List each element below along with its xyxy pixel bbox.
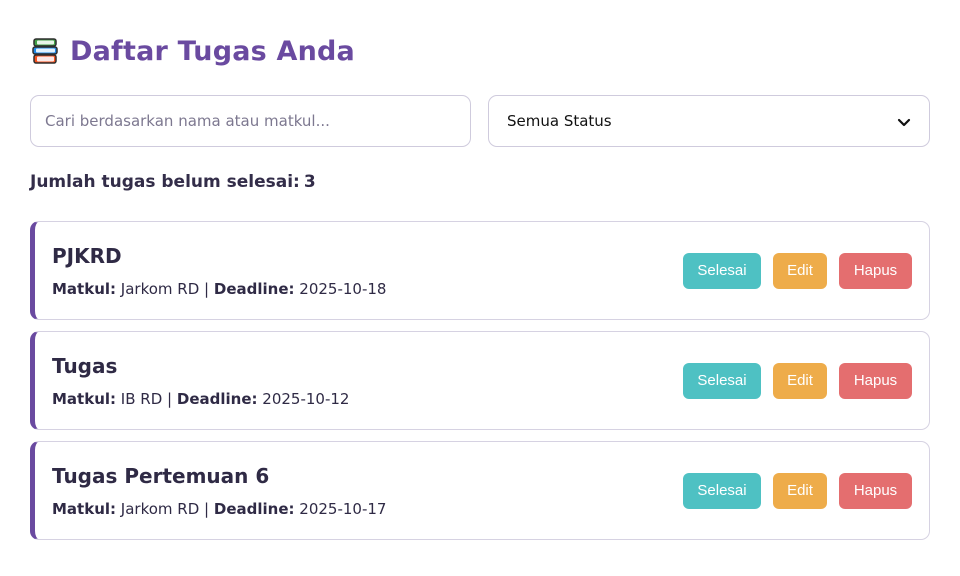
page-title: Daftar Tugas Anda [70,35,355,67]
matkul-label: Matkul: [52,499,117,518]
task-name: PJKRD [52,243,122,268]
status-filter-value: Semua Status [507,112,612,130]
task-deadline: 2025-10-12 [262,389,350,408]
delete-button[interactable]: Hapus [839,362,912,399]
filter-bar: Semua Status [30,95,930,147]
task-deadline: 2025-10-18 [299,279,387,298]
task-card: PJKRD Matkul: Jarkom RD | Deadline: 2025… [30,221,930,320]
task-info: Tugas Pertemuan 6 Matkul: Jarkom RD | De… [52,464,386,518]
task-card: Tugas Pertemuan 6 Matkul: Jarkom RD | De… [30,441,930,540]
task-matkul: Jarkom RD [120,499,200,518]
pending-count-label: Jumlah tugas belum selesai: [30,172,300,192]
task-name: Tugas [52,353,118,378]
deadline-label: Deadline: [213,279,295,298]
pending-count-value: 3 [303,172,316,192]
status-filter-select[interactable]: Semua Status [488,95,930,147]
task-meta: Matkul: Jarkom RD | Deadline: 2025-10-18 [52,280,386,298]
matkul-label: Matkul: [52,279,117,298]
meta-separator: | [167,389,173,408]
task-list-page: Daftar Tugas Anda Semua Status Jumlah tu… [0,0,960,576]
task-matkul: Jarkom RD [120,279,200,298]
task-deadline: 2025-10-17 [299,499,387,518]
mark-done-button[interactable]: Selesai [683,362,761,399]
books-icon [30,36,60,66]
task-meta: Matkul: IB RD | Deadline: 2025-10-12 [52,390,349,408]
delete-button[interactable]: Hapus [839,472,912,509]
task-actions: Selesai Edit Hapus [683,472,912,509]
task-list: PJKRD Matkul: Jarkom RD | Deadline: 2025… [30,221,930,551]
chevron-down-icon [897,114,911,128]
edit-button[interactable]: Edit [773,472,827,509]
task-meta: Matkul: Jarkom RD | Deadline: 2025-10-17 [52,500,386,518]
deadline-label: Deadline: [176,389,258,408]
task-name: Tugas Pertemuan 6 [52,463,270,488]
edit-button[interactable]: Edit [773,362,827,399]
task-info: Tugas Matkul: IB RD | Deadline: 2025-10-… [52,354,349,408]
mark-done-button[interactable]: Selesai [683,252,761,289]
meta-separator: | [204,499,210,518]
mark-done-button[interactable]: Selesai [683,472,761,509]
pending-count-summary: Jumlah tugas belum selesai: 3 [30,172,316,192]
search-input[interactable] [30,95,471,147]
page-header: Daftar Tugas Anda [30,32,355,70]
matkul-label: Matkul: [52,389,117,408]
task-card: Tugas Matkul: IB RD | Deadline: 2025-10-… [30,331,930,430]
task-matkul: IB RD [120,389,163,408]
meta-separator: | [204,279,210,298]
task-actions: Selesai Edit Hapus [683,362,912,399]
task-info: PJKRD Matkul: Jarkom RD | Deadline: 2025… [52,244,386,298]
delete-button[interactable]: Hapus [839,252,912,289]
edit-button[interactable]: Edit [773,252,827,289]
task-actions: Selesai Edit Hapus [683,252,912,289]
deadline-label: Deadline: [213,499,295,518]
